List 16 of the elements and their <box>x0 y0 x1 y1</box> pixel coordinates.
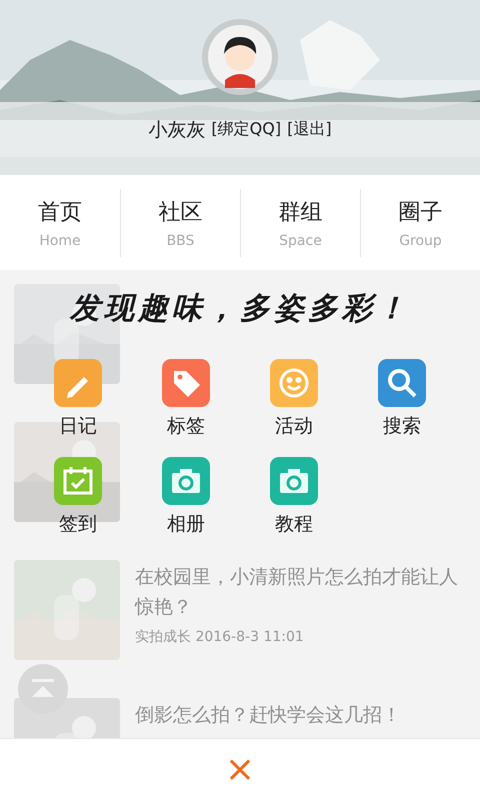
article-meta: 实拍成长 2016-8-3 11:01 <box>135 628 305 646</box>
menu-item[interactable]: 教程 <box>240 457 348 537</box>
nav-tab[interactable]: 首页 Home <box>0 188 120 256</box>
nav-tab[interactable]: 群组 Space <box>240 188 360 256</box>
menu-item[interactable]: 签到 <box>24 457 132 537</box>
menu-item[interactable]: 日记 <box>24 359 132 439</box>
user-name: 小灰灰 <box>148 118 206 142</box>
account-link[interactable]: [退出] <box>287 119 332 140</box>
menu-item[interactable]: 活动 <box>240 359 348 439</box>
nav-tab[interactable]: 圈子 Group <box>360 188 480 256</box>
slogan: 发现趣味，多姿多彩！ <box>70 290 410 328</box>
menu-item[interactable]: 相册 <box>132 457 240 537</box>
account-link[interactable]: [绑定QQ] <box>211 119 282 140</box>
menu-item[interactable]: 搜索 <box>348 359 456 439</box>
nav-tab[interactable]: 社区 BBS <box>120 188 240 256</box>
menu-item[interactable]: 标签 <box>132 359 240 439</box>
